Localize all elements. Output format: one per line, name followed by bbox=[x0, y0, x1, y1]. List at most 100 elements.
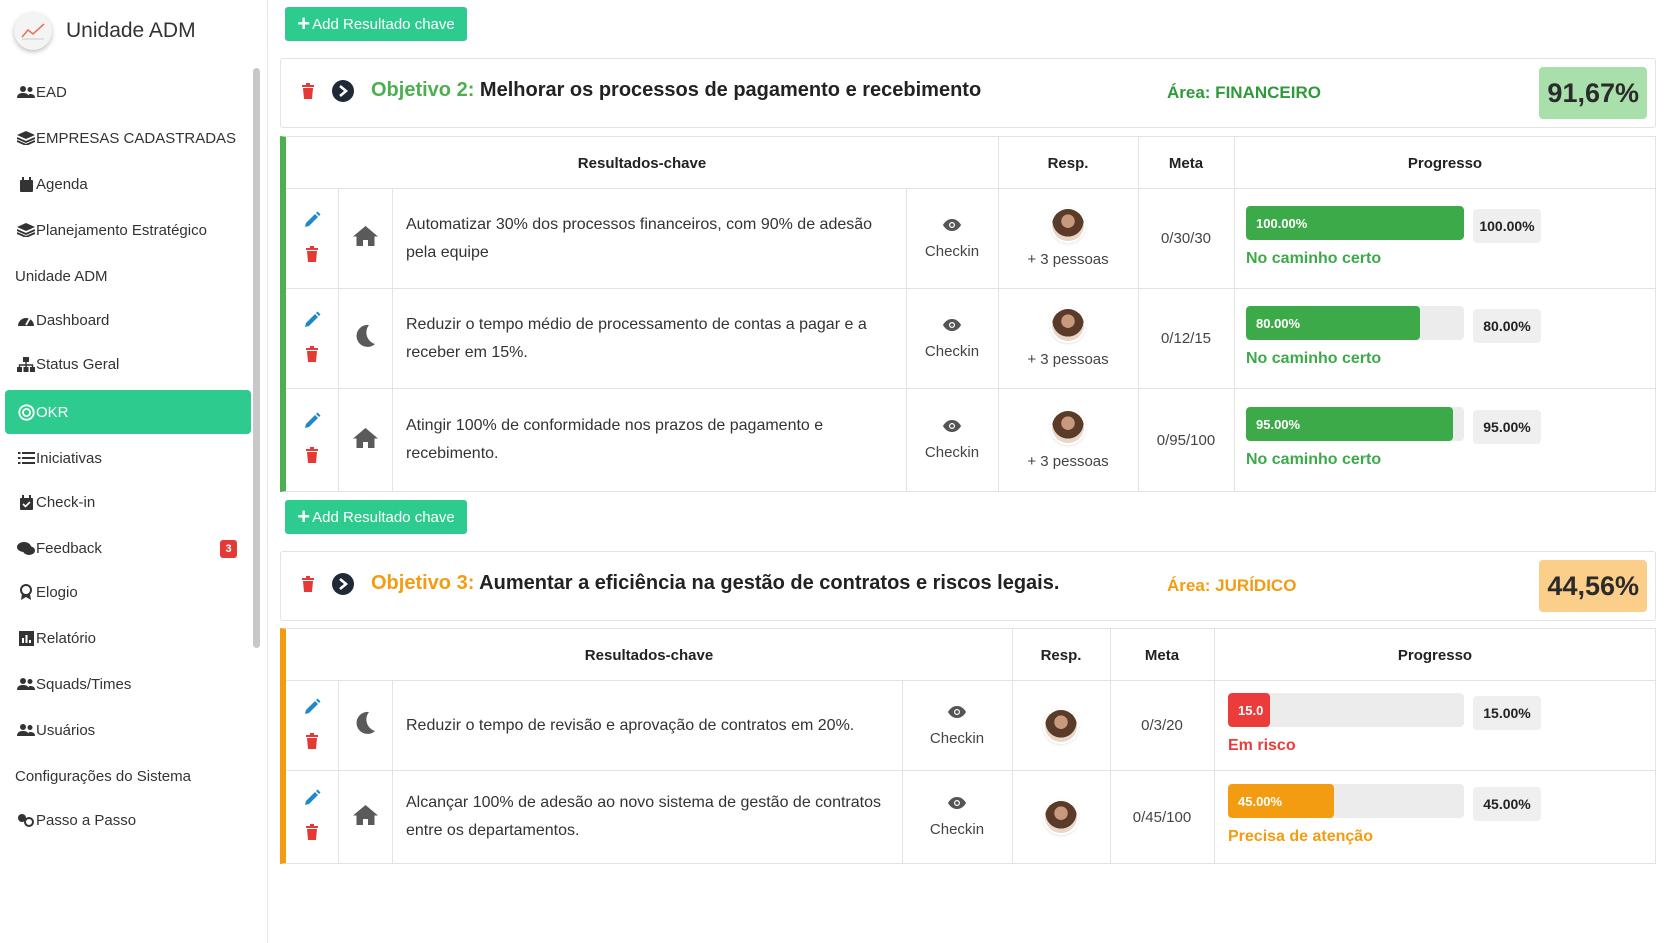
progress-percent: 100.00% bbox=[1473, 209, 1541, 243]
trash-icon[interactable] bbox=[305, 824, 319, 845]
sidebar-item-label: Usuários bbox=[36, 721, 96, 739]
objective-title: Objetivo 3: Aumentar a eficiência na ges… bbox=[371, 572, 1059, 595]
pencil-icon[interactable] bbox=[303, 311, 321, 334]
sidebar-item-agenda[interactable]: Agenda bbox=[5, 162, 251, 206]
objective-card: Objetivo 2: Melhorar os processos de pag… bbox=[280, 58, 1656, 128]
checkin-button[interactable]: Checkin bbox=[902, 681, 1012, 770]
row-actions bbox=[286, 389, 338, 491]
objective-name: Aumentar a eficiência na gestão de contr… bbox=[474, 572, 1060, 594]
checkin-button[interactable]: Checkin bbox=[902, 771, 1012, 863]
chevron-right-icon[interactable] bbox=[332, 80, 354, 102]
pencil-icon[interactable] bbox=[303, 698, 321, 721]
sidebar-item-passo-a-passo[interactable]: Passo a Passo bbox=[5, 798, 251, 842]
sidebar-item-label: Iniciativas bbox=[36, 449, 102, 467]
trash-icon[interactable] bbox=[305, 447, 319, 468]
feedback-count-badge: 3 bbox=[220, 540, 237, 558]
sidebar-item-status-geral[interactable]: Status Geral bbox=[5, 342, 251, 386]
checkin-button[interactable]: Checkin bbox=[906, 389, 998, 491]
calendar-check-icon bbox=[17, 494, 35, 510]
pencil-icon[interactable] bbox=[303, 789, 321, 812]
progress-status: Em risco bbox=[1228, 737, 1296, 754]
progress-bar: 45.00% bbox=[1228, 784, 1464, 818]
sidebar-item-iniciativas[interactable]: Iniciativas bbox=[5, 436, 251, 480]
progress-percent: 80.00% bbox=[1473, 309, 1541, 343]
target-icon bbox=[17, 403, 35, 421]
sidebar-item-planejamento-estrat-gico[interactable]: Planejamento Estratégico bbox=[5, 208, 251, 252]
progress-percent: 45.00% bbox=[1473, 787, 1541, 821]
sidebar-item-relat-rio[interactable]: Relatório bbox=[5, 616, 251, 660]
objective-title: Objetivo 2: Melhorar os processos de pag… bbox=[371, 79, 981, 102]
checkin-label: Checkin bbox=[924, 444, 980, 461]
sidebar-scrollbar[interactable] bbox=[253, 68, 260, 648]
row-type-cell bbox=[338, 681, 392, 770]
checkin-button[interactable]: Checkin bbox=[906, 189, 998, 288]
sidebar-item-okr[interactable]: OKR bbox=[5, 390, 251, 434]
calendar-icon bbox=[17, 176, 35, 192]
header-progress: Progresso bbox=[1397, 646, 1473, 664]
key-result-text: Automatizar 30% dos processos financeiro… bbox=[406, 215, 873, 261]
trash-icon[interactable] bbox=[301, 83, 315, 104]
column-divider bbox=[1214, 771, 1215, 863]
sidebar-item-dashboard[interactable]: Dashboard bbox=[5, 298, 251, 342]
sidebar-item-feedback[interactable]: Feedback 3 bbox=[5, 526, 251, 570]
responsible-count: + 3 pessoas bbox=[1027, 251, 1109, 268]
meta-value: 0/30/30 bbox=[1160, 230, 1212, 247]
trash-icon[interactable] bbox=[305, 345, 319, 367]
row-actions bbox=[286, 681, 338, 770]
progress-percent: 95.00% bbox=[1473, 410, 1541, 444]
add-key-result-button[interactable]: + Add Resultado chave bbox=[285, 7, 467, 41]
users-icon bbox=[17, 722, 35, 738]
header-key-results: Resultados-chave bbox=[584, 646, 714, 664]
sidebar-item-elogio[interactable]: Elogio bbox=[5, 570, 251, 614]
sidebar-item-ead[interactable]: EAD bbox=[5, 70, 251, 114]
users-icon bbox=[17, 676, 35, 692]
sidebar-item-label: Agenda bbox=[36, 175, 88, 193]
progress-percent: 15.00% bbox=[1473, 696, 1541, 730]
avatar[interactable] bbox=[1052, 309, 1084, 341]
header-meta: Meta bbox=[1144, 646, 1180, 664]
responsible-cell: + 3 pessoas bbox=[998, 289, 1138, 388]
trash-icon[interactable] bbox=[305, 732, 319, 754]
home-icon bbox=[352, 427, 379, 454]
eye-icon bbox=[948, 705, 966, 722]
sidebar-item-empresas-cadastradas[interactable]: EMPRESAS CADASTRADAS bbox=[5, 116, 251, 160]
responsible-cell bbox=[1012, 681, 1110, 770]
pencil-icon[interactable] bbox=[303, 412, 321, 435]
gauge-icon bbox=[17, 312, 35, 328]
award-icon bbox=[17, 584, 35, 600]
list-icon bbox=[17, 450, 35, 466]
add-key-result-button[interactable]: + Add Resultado chave bbox=[285, 500, 467, 534]
avatar[interactable] bbox=[1052, 209, 1084, 241]
checkin-button[interactable]: Checkin bbox=[906, 289, 998, 388]
brand[interactable]: Unidade ADM bbox=[14, 12, 196, 50]
sidebar-item-label: Squads/Times bbox=[36, 675, 132, 693]
objective-prefix: Objetivo 2: bbox=[371, 79, 475, 101]
checkin-label: Checkin bbox=[929, 729, 985, 747]
sidebar: Unidade ADM EAD EMPRESAS CADASTRADAS Agend… bbox=[0, 0, 268, 943]
row-actions bbox=[286, 189, 338, 288]
objective-name: Melhorar os processos de pagamento e rec… bbox=[474, 79, 982, 101]
eye-icon bbox=[943, 419, 961, 436]
sidebar-item-check-in[interactable]: Check-in bbox=[5, 480, 251, 524]
column-divider bbox=[1012, 629, 1013, 681]
sidebar-item-squads-times[interactable]: Squads/Times bbox=[5, 662, 251, 706]
column-divider bbox=[1110, 629, 1111, 681]
trash-icon[interactable] bbox=[301, 576, 315, 597]
avatar[interactable] bbox=[1052, 410, 1084, 443]
sidebar-item-configura-es-do-sistema: Configurações do Sistema bbox=[5, 754, 251, 798]
avatar[interactable] bbox=[1045, 709, 1077, 742]
avatar[interactable] bbox=[1045, 801, 1077, 833]
chevron-right-icon[interactable] bbox=[332, 573, 354, 595]
plus-icon: + bbox=[297, 11, 311, 36]
meta-value: 0/3/20 bbox=[1141, 717, 1183, 734]
sidebar-item-label: OKR bbox=[36, 403, 69, 421]
row-actions bbox=[286, 771, 338, 863]
row-type-cell bbox=[338, 189, 392, 288]
sidebar-item-label: Passo a Passo bbox=[36, 811, 137, 829]
progress-bar: 15.0 bbox=[1228, 693, 1464, 727]
pencil-icon[interactable] bbox=[303, 211, 321, 234]
table-row: Automatizar 30% dos processos financeiro… bbox=[286, 189, 1655, 289]
trash-icon[interactable] bbox=[305, 245, 319, 267]
sidebar-item-usu-rios[interactable]: Usuários bbox=[5, 708, 251, 752]
home-icon bbox=[352, 225, 379, 252]
